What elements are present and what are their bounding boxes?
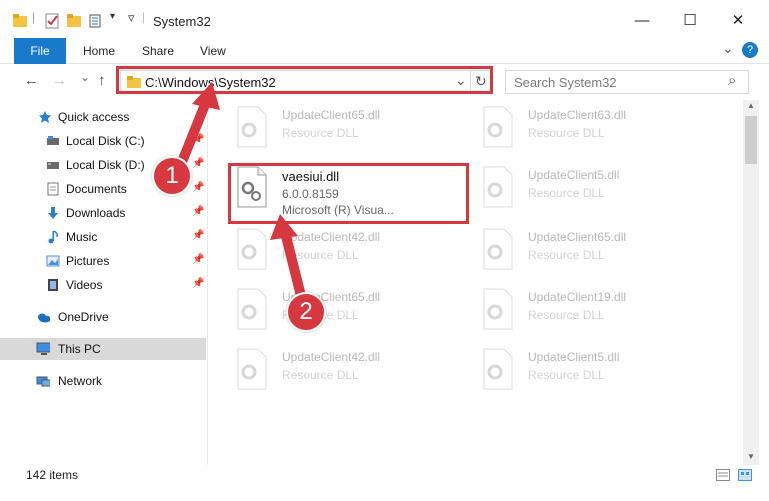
step-2-badge: 2 bbox=[286, 292, 326, 332]
step-1-badge: 1 bbox=[152, 156, 192, 196]
arrow-2-head bbox=[270, 214, 298, 240]
arrow-1-head bbox=[192, 82, 220, 110]
annotation-arrows bbox=[173, 82, 309, 313]
